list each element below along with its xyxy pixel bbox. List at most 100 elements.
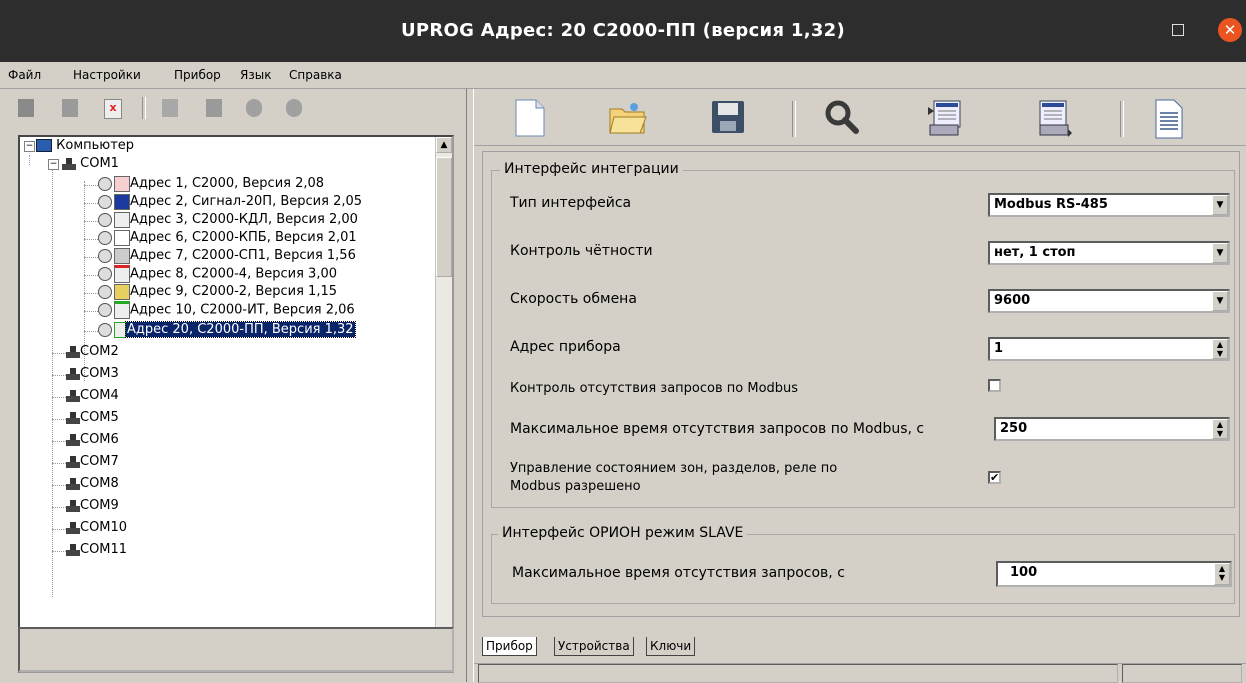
- control-checkbox[interactable]: ✔: [988, 471, 1001, 484]
- tree-node-com3[interactable]: COM3: [66, 365, 119, 383]
- select-value: нет, 1 стоп: [994, 245, 1076, 260]
- toolbar-separator: [792, 101, 796, 137]
- absence-check-label: Контроль отсутствия запросов по Modbus: [510, 381, 799, 396]
- left-pane: x − Компьютер − COM1 Адрес 1, С2000, Вер…: [0, 89, 466, 682]
- port-label: COM9: [80, 498, 119, 513]
- tree-node-device[interactable]: Адрес 7, С2000-СП1, Версия 1,56: [98, 247, 356, 265]
- status-dot-icon: [98, 322, 112, 337]
- menu-help[interactable]: Справка: [289, 68, 342, 82]
- device-icon: [114, 265, 130, 283]
- menu-settings[interactable]: Настройки: [73, 68, 141, 82]
- spin-arrows-icon[interactable]: ▲ ▼: [1212, 419, 1228, 439]
- orion-max-time-spinbox[interactable]: 100 ▲ ▼: [996, 561, 1232, 587]
- tab-devices[interactable]: Устройства: [554, 637, 634, 656]
- tree-node-com5[interactable]: COM5: [66, 409, 119, 427]
- menu-file[interactable]: Файл: [8, 68, 41, 82]
- absence-check-checkbox[interactable]: [988, 379, 1001, 392]
- delete-icon[interactable]: x: [104, 99, 122, 119]
- close-button[interactable]: ✕: [1218, 18, 1242, 42]
- tree-node-com1[interactable]: COM1: [62, 155, 119, 173]
- max-time-label: Максимальное время отсутствия запросов п…: [510, 421, 925, 437]
- tree-node-device[interactable]: Адрес 10, С2000-ИТ, Версия 2,06: [98, 301, 355, 319]
- root-collapse-toggle[interactable]: −: [24, 141, 35, 152]
- port-label: COM6: [80, 432, 119, 447]
- address-spinbox[interactable]: 1 ▲ ▼: [988, 337, 1230, 361]
- document-list-icon[interactable]: [1150, 99, 1190, 139]
- tree-node-com11[interactable]: COM11: [66, 541, 127, 559]
- menu-device[interactable]: Прибор: [174, 68, 221, 82]
- open-folder-icon[interactable]: [608, 99, 648, 139]
- integration-group: Интерфейс интеграции Тип интерфейса Modb…: [491, 161, 1235, 508]
- tree-node-device[interactable]: Адрес 8, С2000-4, Версия 3,00: [98, 265, 337, 283]
- tab-device[interactable]: Прибор: [482, 637, 537, 656]
- copy-icon[interactable]: [62, 99, 78, 117]
- search-icon[interactable]: [824, 99, 864, 139]
- select-value: Modbus RS-485: [994, 197, 1108, 212]
- tree-node-device[interactable]: Адрес 3, С2000-КДЛ, Версия 2,00: [98, 211, 358, 229]
- tab-keys[interactable]: Ключи: [646, 637, 696, 656]
- tree-node-device[interactable]: Адрес 1, С2000, Версия 2,08: [98, 175, 324, 193]
- status-bar: [474, 663, 1246, 683]
- save-icon[interactable]: [710, 99, 750, 139]
- right-pane: Интерфейс интеграции Тип интерфейса Modb…: [474, 89, 1246, 683]
- max-time-spinbox[interactable]: 250 ▲ ▼: [994, 417, 1230, 441]
- tree-node-com4[interactable]: COM4: [66, 387, 119, 405]
- device-label: Адрес 20, С2000-ПП, Версия 1,32: [125, 321, 356, 338]
- device-icon[interactable]: [206, 99, 222, 117]
- port-label: COM10: [80, 520, 128, 535]
- spin-value: 1: [994, 341, 1004, 356]
- write-config-icon[interactable]: [1034, 99, 1074, 139]
- tree-scrollbar[interactable]: ▲ ▼: [435, 137, 452, 671]
- gear-icon[interactable]: [246, 99, 262, 117]
- window-title: UPROG Адрес: 20 С2000-ПП (версия 1,32): [400, 20, 846, 41]
- maximize-button[interactable]: [1172, 24, 1184, 36]
- device-label: Адрес 7, С2000-СП1, Версия 1,56: [130, 248, 356, 263]
- device-tree[interactable]: − Компьютер − COM1 Адрес 1, С2000, Верси…: [18, 135, 454, 673]
- tree-node-device[interactable]: Адрес 6, С2000-КПБ, Версия 2,01: [98, 229, 357, 247]
- speed-select[interactable]: 9600 ▼: [988, 289, 1230, 313]
- status-dot-icon: [98, 303, 112, 317]
- orion-group: Интерфейс ОРИОН режим SLAVE Максимальное…: [491, 525, 1235, 604]
- tree-node-com7[interactable]: COM7: [66, 453, 119, 471]
- scroll-thumb[interactable]: [436, 157, 452, 277]
- chevron-down-icon: ▼: [1212, 195, 1228, 215]
- port-label: COM7: [80, 454, 119, 469]
- device-label: Адрес 3, С2000-КДЛ, Версия 2,00: [130, 212, 358, 227]
- spin-arrows-icon[interactable]: ▲ ▼: [1212, 339, 1228, 359]
- tree-node-com10[interactable]: COM10: [66, 519, 127, 537]
- tree-node-com2[interactable]: COM2: [66, 343, 119, 361]
- tree-node-device[interactable]: Адрес 9, С2000-2, Версия 1,15: [98, 283, 337, 301]
- interface-type-select[interactable]: Modbus RS-485 ▼: [988, 193, 1230, 217]
- main-toolbar: [474, 93, 1246, 146]
- new-document-icon[interactable]: [514, 99, 554, 139]
- tree-node-com6[interactable]: COM6: [66, 431, 119, 449]
- status-dot-icon: [98, 194, 112, 209]
- device-icon: [114, 283, 130, 300]
- printer-icon[interactable]: [162, 99, 178, 117]
- device-icon: [114, 321, 126, 338]
- tree-node-device-selected[interactable]: Адрес 20, С2000-ПП, Версия 1,32: [98, 321, 356, 339]
- pane-splitter[interactable]: [466, 89, 474, 682]
- scroll-up-button[interactable]: ▲: [436, 137, 452, 153]
- com1-collapse-toggle[interactable]: −: [48, 159, 59, 170]
- menu-language[interactable]: Язык: [240, 68, 271, 82]
- device-icon: [114, 301, 130, 319]
- com-port-icon: [66, 477, 80, 490]
- status-dot-icon: [98, 212, 112, 227]
- orion-max-time-label: Максимальное время отсутствия запросов, …: [512, 565, 845, 581]
- tree-node-computer[interactable]: Компьютер: [36, 137, 134, 155]
- port-label: COM4: [80, 388, 119, 403]
- tree-node-device[interactable]: Адрес 2, Сигнал-20П, Версия 2,05: [98, 193, 362, 211]
- spin-arrows-icon[interactable]: ▲ ▼: [1214, 563, 1230, 585]
- toolbar-separator: [142, 97, 146, 119]
- spin-value: 250: [1000, 421, 1028, 436]
- gear-settings-icon[interactable]: [286, 99, 302, 117]
- orion-legend: Интерфейс ОРИОН режим SLAVE: [498, 525, 748, 541]
- spin-value: 100: [1010, 565, 1038, 580]
- parity-select[interactable]: нет, 1 стоп ▼: [988, 241, 1230, 265]
- tree-node-com8[interactable]: COM8: [66, 475, 119, 493]
- tree-node-com9[interactable]: COM9: [66, 497, 119, 515]
- read-config-icon[interactable]: [924, 99, 964, 139]
- disk-icon[interactable]: [18, 99, 34, 117]
- device-label: Адрес 8, С2000-4, Версия 3,00: [130, 266, 337, 282]
